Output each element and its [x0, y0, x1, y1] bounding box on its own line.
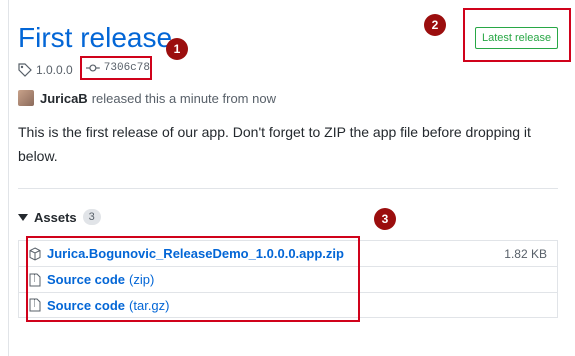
- asset-size: 1.82 KB: [504, 246, 547, 261]
- assets-count: 3: [82, 209, 101, 225]
- caret-down-icon: [18, 213, 28, 221]
- commit-icon: [86, 64, 100, 72]
- annotation-box-assets: [26, 236, 360, 322]
- callout-3: 3: [374, 208, 396, 230]
- commit-sha: 7306c78: [103, 62, 150, 74]
- assets-label: Assets: [34, 209, 77, 225]
- release-title[interactable]: First release: [18, 20, 172, 56]
- release-author-row: JuricaB released this a minute from now: [18, 88, 276, 108]
- callout-1: 1: [166, 38, 188, 60]
- avatar[interactable]: [18, 90, 34, 106]
- assets-toggle[interactable]: Assets 3: [18, 207, 101, 227]
- release-description: This is the first release of our app. Do…: [18, 124, 531, 164]
- tag-icon: [18, 63, 32, 77]
- tag-name: 1.0.0.0: [36, 63, 73, 77]
- release-left-border: [8, 0, 9, 356]
- author-link[interactable]: JuricaB: [40, 91, 88, 106]
- divider: [18, 188, 558, 189]
- latest-release-badge: Latest release: [475, 27, 559, 49]
- released-text: released this a minute from now: [91, 90, 276, 106]
- callout-2: 2: [424, 14, 446, 36]
- tag-row[interactable]: 1.0.0.0: [18, 60, 73, 80]
- commit-link[interactable]: 7306c78: [80, 56, 152, 80]
